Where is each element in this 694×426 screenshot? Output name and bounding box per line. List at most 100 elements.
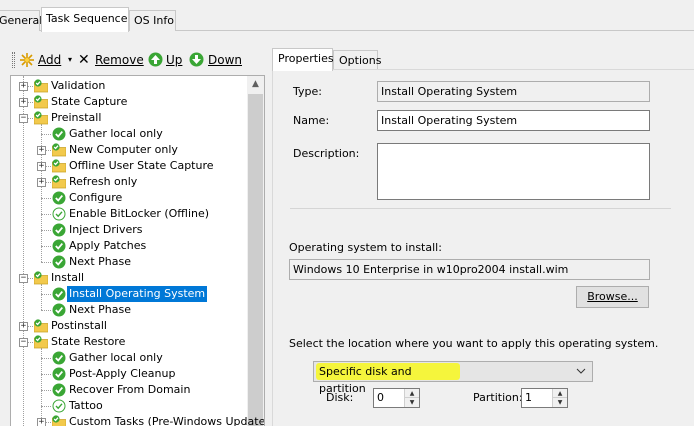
tree-item[interactable]: + Refresh only — [11, 174, 249, 190]
folder-with-check-icon — [51, 159, 67, 173]
tree-connector — [41, 390, 51, 391]
tree-item[interactable]: Enable BitLocker (Offline) — [11, 206, 249, 222]
folder-with-check-icon — [33, 111, 49, 125]
tree-item[interactable]: Configure — [11, 190, 249, 206]
tree-item[interactable]: Tattoo — [11, 398, 249, 414]
tree-item-label: Recover From Domain — [69, 383, 191, 396]
tab-os-info[interactable]: OS Info — [129, 10, 176, 31]
expand-icon[interactable]: + — [37, 418, 46, 426]
tree-connector — [41, 262, 51, 263]
tree-item[interactable]: Gather local only — [11, 350, 249, 366]
tree-item[interactable]: Recover From Domain — [11, 382, 249, 398]
location-dropdown[interactable]: Specific disk and partition — [313, 361, 593, 395]
tree-item-label: Postinstall — [51, 319, 107, 332]
tree-item-label: New Computer only — [69, 143, 178, 156]
tree-item[interactable]: Post-Apply Cleanup — [11, 366, 249, 382]
tree-connector — [41, 134, 51, 135]
tree-item[interactable]: + Custom Tasks (Pre-Windows Update) — [11, 414, 264, 426]
collapse-icon[interactable]: − — [19, 114, 28, 123]
green-check-icon — [52, 383, 66, 397]
tree-connector — [41, 230, 51, 231]
tree-item[interactable]: − State Restore — [11, 334, 249, 350]
top-tab-strip: General Task Sequence OS Info — [0, 0, 694, 32]
properties-panel: Type: Install Operating System Name: Ins… — [272, 69, 694, 426]
green-check-icon — [52, 287, 66, 301]
chevron-down-icon: ▾ — [68, 55, 73, 64]
scroll-thumb[interactable] — [248, 94, 263, 426]
tree-item[interactable]: − Install — [11, 270, 249, 286]
partition-stepper[interactable]: 1 ▲ ▼ — [521, 388, 568, 408]
browse-button[interactable]: Browse... — [576, 286, 649, 308]
tree-item-label: Post-Apply Cleanup — [69, 367, 176, 380]
expand-icon[interactable]: + — [19, 98, 28, 107]
close-icon: ✕ — [78, 52, 90, 68]
description-field[interactable] — [377, 143, 650, 200]
expand-icon[interactable]: + — [19, 322, 28, 331]
arrow-down-icon — [189, 52, 204, 67]
green-check-icon — [52, 367, 66, 381]
tree-item-label: Install — [51, 271, 85, 284]
tree-item[interactable]: Inject Drivers — [11, 222, 249, 238]
task-sequence-tree[interactable]: ▲ + Validation + State Capture − Preinstall Ga… — [10, 75, 265, 426]
name-field[interactable]: Install Operating System — [377, 110, 650, 131]
tree-item[interactable]: − Preinstall — [11, 110, 249, 126]
tree-item-label: Inject Drivers — [69, 223, 143, 236]
add-label: Add — [38, 53, 62, 67]
green-check-icon — [52, 303, 66, 317]
up-label: Up — [166, 53, 183, 67]
tree-item-label: State Restore — [51, 335, 126, 348]
tab-properties[interactable]: Properties — [272, 48, 334, 71]
folder-with-check-icon — [33, 319, 49, 333]
folder-with-check-icon — [51, 175, 67, 189]
outline-check-icon — [52, 207, 66, 221]
tree-item[interactable]: + Validation — [11, 78, 249, 94]
tab-options[interactable]: Options — [333, 50, 381, 70]
tree-item-label: Refresh only — [69, 175, 138, 188]
tree-item[interactable]: Apply Patches — [11, 238, 249, 254]
expand-icon[interactable]: + — [37, 146, 46, 155]
expand-icon[interactable]: + — [37, 162, 46, 171]
tree-item-label: Custom Tasks (Pre-Windows Update) — [69, 415, 265, 426]
stepper-down-icon[interactable]: ▼ — [553, 398, 567, 407]
tree-item-label: Preinstall — [51, 111, 102, 124]
expand-icon[interactable]: + — [37, 178, 46, 187]
tree-item[interactable]: Gather local only — [11, 126, 249, 142]
tree-item[interactable]: Next Phase — [11, 302, 249, 318]
tree-connector — [41, 198, 51, 199]
tree-item[interactable]: Next Phase — [11, 254, 249, 270]
type-field: Install Operating System — [377, 81, 650, 102]
expand-icon[interactable]: + — [19, 82, 28, 91]
stepper-up-icon[interactable]: ▲ — [405, 389, 419, 398]
stepper-down-icon[interactable]: ▼ — [405, 398, 419, 407]
green-check-icon — [52, 223, 66, 237]
tree-item-label: Offline User State Capture — [69, 159, 214, 172]
description-label: Description: — [293, 147, 360, 160]
green-check-icon — [52, 239, 66, 253]
folder-with-check-icon — [33, 271, 49, 285]
disk-stepper[interactable]: 0 ▲ ▼ — [373, 388, 420, 408]
tree-item[interactable]: + New Computer only — [11, 142, 249, 158]
tab-task-sequence[interactable]: Task Sequence — [41, 7, 129, 32]
os-to-install-field: Windows 10 Enterprise in w10pro2004 inst… — [289, 259, 650, 280]
tree-item-label: Validation — [51, 79, 106, 92]
os-to-install-label: Operating system to install: — [289, 241, 442, 254]
tree-connector — [41, 406, 51, 407]
tree-item[interactable]: Install Operating System — [11, 286, 249, 302]
stepper-up-icon[interactable]: ▲ — [553, 389, 567, 398]
toolbar-grip — [12, 52, 15, 68]
tree-item-label: Apply Patches — [69, 239, 147, 252]
tree-item[interactable]: + Offline User State Capture — [11, 158, 249, 174]
scroll-up-arrow-icon[interactable]: ▲ — [247, 76, 264, 93]
tree-connector — [41, 294, 51, 295]
add-sparkle-icon — [20, 53, 34, 67]
folder-with-check-icon — [51, 143, 67, 157]
collapse-icon[interactable]: − — [19, 338, 28, 347]
collapse-icon[interactable]: − — [19, 274, 28, 283]
tree-item-label: Next Phase — [69, 255, 131, 268]
tree-item[interactable]: + State Capture — [11, 94, 249, 110]
tree-scrollbar[interactable]: ▲ — [247, 76, 264, 426]
type-label: Type: — [293, 85, 322, 98]
tree-item[interactable]: + Postinstall — [11, 318, 249, 334]
tree-item-label: Next Phase — [69, 303, 131, 316]
tab-general[interactable]: General — [0, 10, 42, 31]
